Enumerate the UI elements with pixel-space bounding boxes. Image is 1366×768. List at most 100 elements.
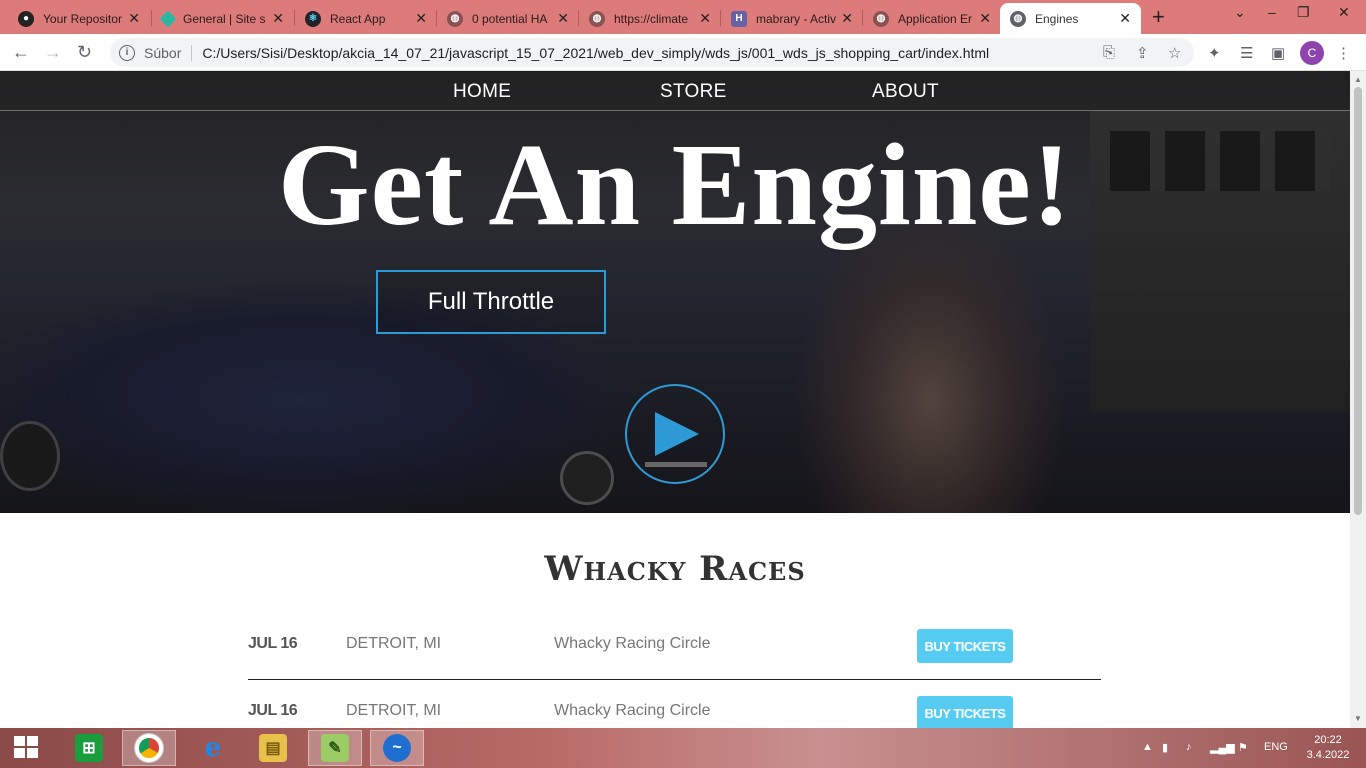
scheme-label: Súbor	[144, 44, 182, 61]
cta-label: Full Throttle	[427, 288, 555, 315]
react-icon: ⚛	[305, 10, 321, 27]
taskbar-windows-store[interactable]: ⊞	[62, 730, 116, 766]
taskbar-blue-app[interactable]: ~	[370, 730, 424, 766]
close-tab-icon[interactable]: ✕	[272, 10, 284, 27]
signal-icon[interactable]: ▂▄▆	[1210, 741, 1235, 754]
close-window-icon[interactable]: ✕	[1338, 4, 1350, 21]
address-bar[interactable]: i Súbor C:/Users/Sisi/Desktop/akcia_14_0…	[110, 38, 1194, 67]
menu-kebab-icon[interactable]: ⋮	[1336, 44, 1351, 62]
volume-icon[interactable]: ♪	[1186, 741, 1192, 753]
bookmark-star-icon[interactable]: ☆	[1168, 44, 1181, 62]
nav-about-link[interactable]: ABOUT	[872, 81, 939, 103]
play-video-button[interactable]	[625, 384, 725, 484]
tab-title: mabrary - Activ	[756, 11, 837, 26]
close-tab-icon[interactable]: ✕	[415, 10, 427, 27]
system-clock[interactable]: 20:22 3.4.2022	[1300, 733, 1356, 763]
tab-your-repositories[interactable]: ● Your Repositor ✕	[8, 3, 150, 34]
play-underline	[645, 462, 707, 467]
full-throttle-button[interactable]: Full Throttle	[376, 270, 606, 334]
scroll-down-icon[interactable]: ▼	[1354, 714, 1362, 723]
info-icon[interactable]: i	[119, 44, 135, 61]
tab-title: General | Site s	[183, 11, 266, 26]
tour-venue: Whacky Racing Circle	[554, 635, 711, 652]
tab-application-error[interactable]: ◍ Application Er ✕	[863, 3, 1001, 34]
action-center-icon[interactable]: ⚑	[1238, 741, 1248, 754]
file-explorer-icon: ▤	[259, 734, 287, 762]
share-icon[interactable]: ⇪	[1136, 44, 1149, 62]
scroll-up-icon[interactable]: ▲	[1354, 75, 1362, 84]
url-text[interactable]: C:/Users/Sisi/Desktop/akcia_14_07_21/jav…	[202, 45, 989, 61]
tour-city: DETROIT, MI	[346, 635, 442, 652]
back-icon[interactable]: ←	[12, 42, 30, 63]
extensions-icon[interactable]: ✦	[1208, 44, 1221, 62]
clock-time: 20:22	[1314, 734, 1342, 746]
minimize-icon[interactable]: –	[1268, 4, 1276, 20]
taskbar-chrome[interactable]	[122, 730, 176, 766]
tour-date: JUL 16	[248, 635, 298, 652]
restore-icon[interactable]: ❐	[1297, 4, 1310, 21]
side-panel-icon[interactable]: ▣	[1271, 44, 1285, 62]
globe-icon: ◍	[1010, 10, 1026, 27]
tab-title: Application Er	[898, 11, 973, 26]
browser-tab-strip: ● Your Repositor ✕ General | Site s ✕ ⚛ …	[0, 0, 1366, 34]
tray-expand-icon[interactable]: ▲	[1142, 741, 1153, 753]
hero-section: HOME STORE ABOUT Get An Engine! Full Thr…	[0, 71, 1350, 513]
tab-title: Engines	[1035, 11, 1079, 26]
new-tab-button[interactable]: +	[1152, 4, 1165, 30]
forward-icon[interactable]: →	[44, 42, 62, 63]
notepad-plus-plus-icon: ✎	[321, 734, 349, 762]
diamond-icon	[159, 10, 177, 27]
tab-title: React App	[330, 11, 386, 26]
tab-potential-ha[interactable]: ◍ 0 potential HA ✕	[437, 3, 579, 34]
profile-initial: C	[1307, 46, 1317, 60]
windows-store-icon: ⊞	[75, 734, 103, 762]
close-tab-icon[interactable]: ✕	[128, 10, 140, 27]
close-tab-icon[interactable]: ✕	[841, 10, 853, 27]
heroku-icon: H	[731, 10, 747, 27]
windows-start-button[interactable]	[14, 736, 40, 760]
windows-taskbar: ⊞ e ▤ ✎ ~ ▲ ▮ ♪ ▂▄▆ ⚑ ENG 20:22 3.4.2022	[0, 728, 1366, 768]
profile-avatar[interactable]: C	[1300, 41, 1324, 65]
tab-general-site[interactable]: General | Site s ✕	[152, 3, 294, 34]
section-title: Whacky Races	[544, 549, 806, 589]
tab-climate[interactable]: ◍ https://climate ✕	[579, 3, 721, 34]
page-scrollbar[interactable]: ▲ ▼	[1350, 71, 1366, 728]
nav-store-link[interactable]: STORE	[660, 81, 727, 103]
internet-explorer-icon: e	[204, 733, 222, 763]
close-tab-icon[interactable]: ✕	[1119, 10, 1131, 27]
tour-venue: Whacky Racing Circle	[554, 702, 711, 719]
tab-title: https://climate	[614, 11, 689, 26]
page-viewport: HOME STORE ABOUT Get An Engine! Full Thr…	[0, 71, 1350, 728]
tour-divider	[248, 679, 1101, 680]
buy-tickets-button[interactable]: BUY TICKETS	[917, 696, 1013, 728]
main-nav: HOME STORE ABOUT	[0, 71, 1350, 111]
tab-engines[interactable]: ◍ Engines ✕	[1000, 3, 1141, 34]
tab-title: Your Repositor	[43, 11, 122, 26]
hero-title: Get An Engine!	[277, 119, 1073, 250]
close-tab-icon[interactable]: ✕	[557, 10, 569, 27]
taskbar-notepad-plus-plus[interactable]: ✎	[308, 730, 362, 766]
taskbar-file-explorer[interactable]: ▤	[246, 730, 300, 766]
nav-home-link[interactable]: HOME	[453, 81, 511, 103]
language-indicator[interactable]: ENG	[1264, 741, 1288, 753]
chrome-icon	[135, 734, 163, 762]
taskbar-internet-explorer[interactable]: e	[186, 730, 240, 766]
tour-row: JUL 16 DETROIT, MI Whacky Racing Circle …	[248, 629, 1101, 689]
tab-mabrary[interactable]: H mabrary - Activ ✕	[721, 3, 863, 34]
clock-date: 3.4.2022	[1306, 749, 1350, 761]
close-tab-icon[interactable]: ✕	[979, 10, 991, 27]
tab-search-chevron-icon[interactable]: ⌄	[1234, 4, 1246, 21]
globe-icon: ◍	[873, 10, 889, 27]
translate-icon[interactable]: ⎘	[1103, 44, 1115, 61]
close-tab-icon[interactable]: ✕	[699, 10, 711, 27]
scrollbar-thumb[interactable]	[1354, 87, 1362, 515]
reload-icon[interactable]: ↻	[77, 42, 92, 63]
buy-tickets-button[interactable]: BUY TICKETS	[917, 629, 1013, 663]
network-icon[interactable]: ▮	[1162, 741, 1168, 754]
tab-react-app[interactable]: ⚛ React App ✕	[295, 3, 437, 34]
play-icon	[655, 412, 699, 456]
tour-city: DETROIT, MI	[346, 702, 442, 719]
blue-app-icon: ~	[383, 734, 411, 762]
globe-icon: ◍	[589, 10, 605, 27]
reading-list-icon[interactable]: ☰	[1240, 44, 1253, 62]
